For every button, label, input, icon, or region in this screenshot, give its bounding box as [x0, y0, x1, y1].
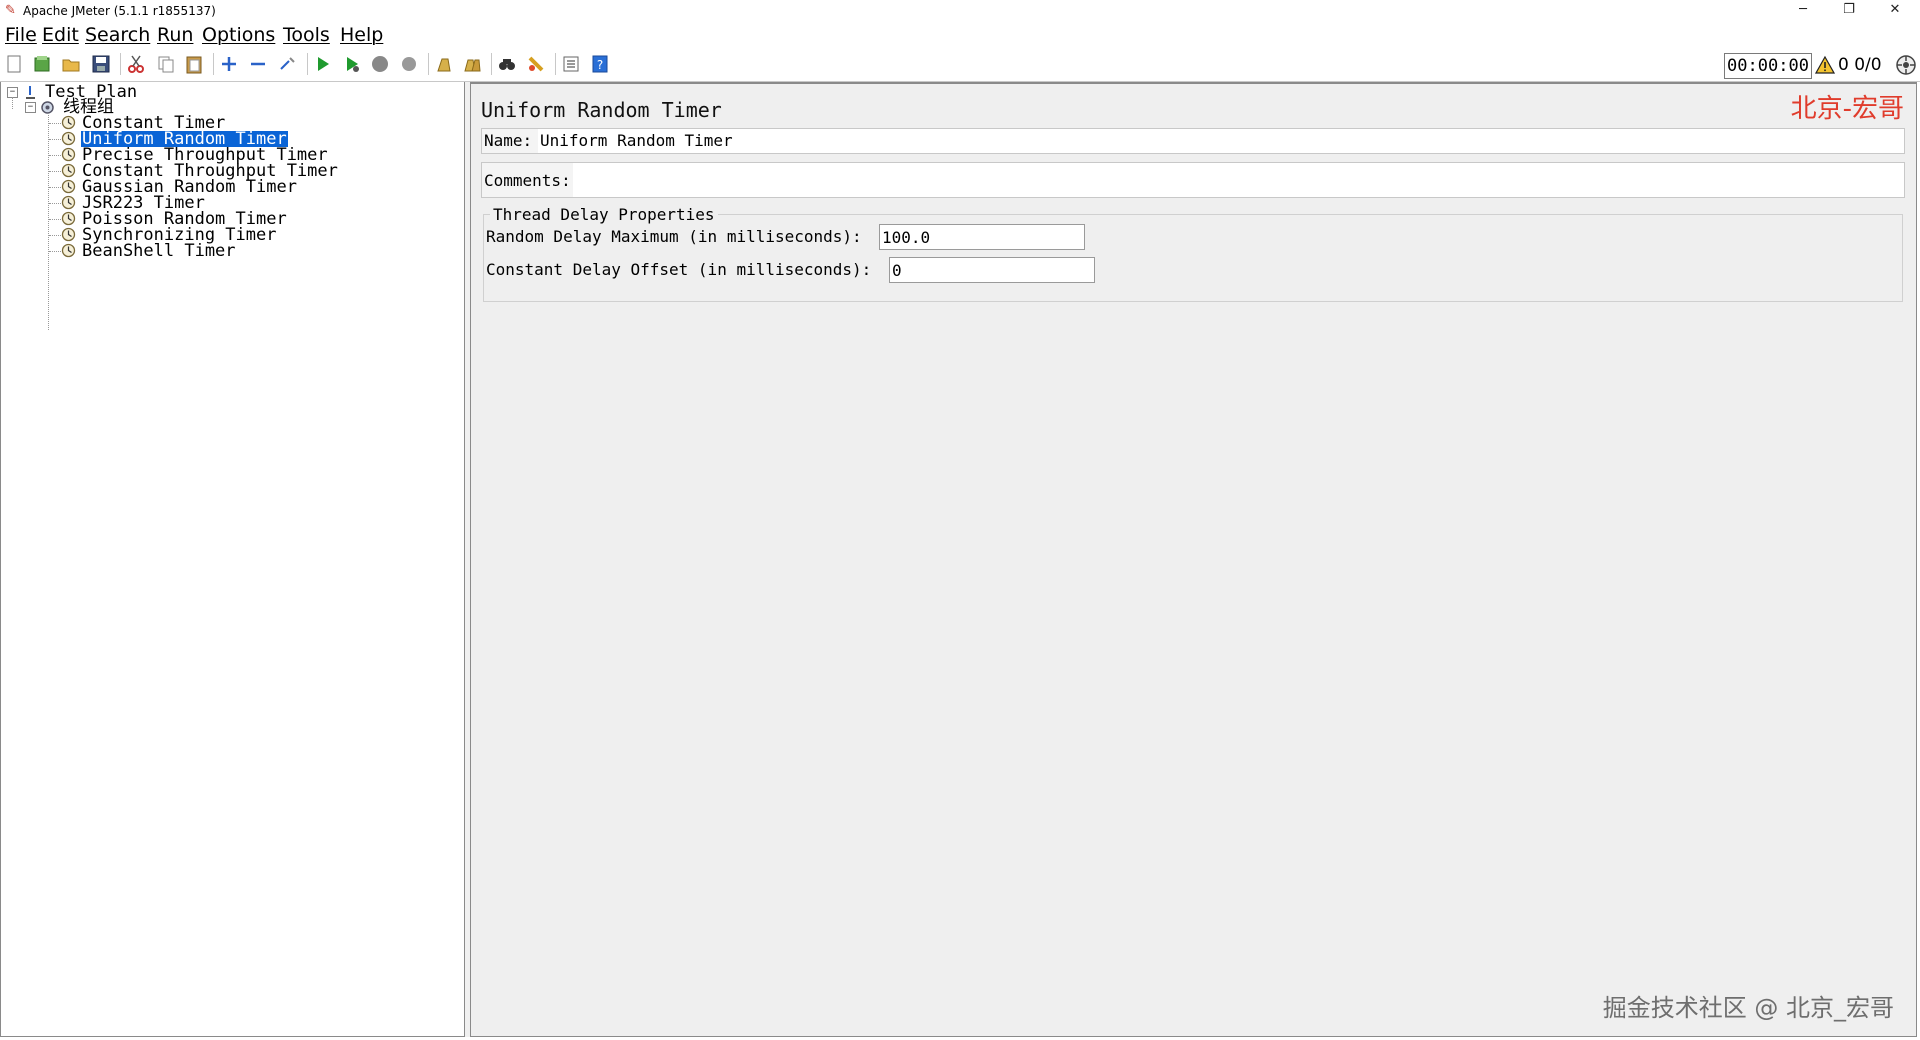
properties-pane: Uniform Random Timer 北京-宏哥 Name: Comment… [470, 82, 1917, 1037]
copy-icon[interactable] [156, 54, 176, 74]
menu-run[interactable]: Run [157, 24, 193, 46]
window-title: Apache JMeter (5.1.1 r1855137) [23, 4, 216, 18]
help-icon[interactable]: ? [590, 54, 610, 74]
group-title: Thread Delay Properties [490, 205, 718, 225]
toolbar: ? [0, 48, 1920, 82]
minimize-button[interactable]: ─ [1780, 0, 1826, 22]
menu-file[interactable]: File [5, 24, 37, 46]
menu-bar: File Edit Search Run Options Tools Help [0, 22, 1920, 48]
random-delay-field[interactable] [879, 224, 1085, 250]
timer-clock-icon [61, 163, 76, 178]
menu-options[interactable]: Options [202, 24, 275, 46]
timer-clock-icon [61, 243, 76, 258]
restore-button[interactable]: ❐ [1826, 0, 1872, 22]
test-plan-tree: − Test Plan − 线程组 Constant Timer Uniform… [1, 82, 464, 1036]
collapse-icon[interactable] [248, 54, 268, 74]
comments-row: Comments: [481, 162, 1905, 198]
thread-count: 0/0 [1854, 55, 1882, 75]
menu-help[interactable]: Help [340, 24, 383, 46]
start-no-pause-icon[interactable] [342, 54, 362, 74]
timer-clock-icon [61, 227, 76, 242]
timer-clock-icon [61, 211, 76, 226]
timer-clock-icon [61, 115, 76, 130]
timer-clock-icon [61, 179, 76, 194]
close-button[interactable]: ✕ [1872, 0, 1918, 22]
stop-icon[interactable] [370, 54, 390, 74]
expand-icon[interactable] [219, 54, 239, 74]
menu-edit[interactable]: Edit [42, 24, 79, 46]
watermark-author: 北京-宏哥 [1790, 94, 1904, 124]
clear-all-icon[interactable] [462, 54, 482, 74]
error-count: 0 [1838, 55, 1849, 75]
timer-clock-icon [61, 147, 76, 162]
open-icon[interactable] [61, 54, 81, 74]
title-bar: ✎ Apache JMeter (5.1.1 r1855137) ─ ❐ ✕ [0, 0, 1920, 22]
comments-label: Comments: [484, 171, 571, 190]
menu-tools[interactable]: Tools [283, 24, 330, 46]
search-icon[interactable] [497, 54, 517, 74]
cut-icon[interactable] [126, 54, 146, 74]
timer-clock-icon [61, 195, 76, 210]
panel-title: Uniform Random Timer [481, 98, 722, 122]
start-icon[interactable] [313, 54, 333, 74]
shutdown-icon[interactable] [399, 54, 419, 74]
comments-field[interactable] [573, 163, 1904, 197]
paste-icon[interactable] [184, 54, 204, 74]
function-helper-icon[interactable] [561, 54, 581, 74]
save-icon[interactable] [91, 54, 111, 74]
reset-search-icon[interactable] [526, 54, 546, 74]
tree-item-timer[interactable]: BeanShell Timer [81, 243, 237, 260]
name-field[interactable] [538, 129, 1904, 153]
status-counts: 0 0/0 [1838, 53, 1882, 77]
new-icon[interactable] [4, 54, 24, 74]
menu-search[interactable]: Search [85, 24, 150, 46]
thread-group-gear-icon [41, 101, 54, 114]
toggle-icon[interactable] [278, 54, 298, 74]
collapse-thread-group-toggle[interactable]: − [25, 102, 36, 113]
name-label: Name: [484, 131, 533, 150]
svg-text:?: ? [597, 58, 603, 72]
templates-icon[interactable] [32, 54, 52, 74]
constant-offset-field[interactable] [889, 257, 1095, 283]
thread-delay-properties-group: Thread Delay Properties Random Delay Max… [483, 205, 1903, 302]
jmeter-feather-icon: ✎ [5, 3, 16, 18]
clear-icon[interactable] [434, 54, 454, 74]
timer-clock-icon [61, 131, 76, 146]
warning-icon[interactable] [1815, 55, 1835, 75]
constant-offset-label: Constant Delay Offset (in milliseconds): [486, 260, 872, 279]
random-delay-label: Random Delay Maximum (in milliseconds): [486, 227, 862, 246]
remote-globe-icon[interactable] [1895, 54, 1917, 76]
watermark-community: 掘金技术社区 @ 北京_宏哥 [1602, 994, 1894, 1022]
elapsed-time: 00:00:00 [1724, 53, 1812, 79]
tree-pane: − Test Plan − 线程组 Constant Timer Uniform… [0, 82, 465, 1037]
name-row: Name: [481, 128, 1905, 154]
test-plan-icon [26, 86, 35, 99]
